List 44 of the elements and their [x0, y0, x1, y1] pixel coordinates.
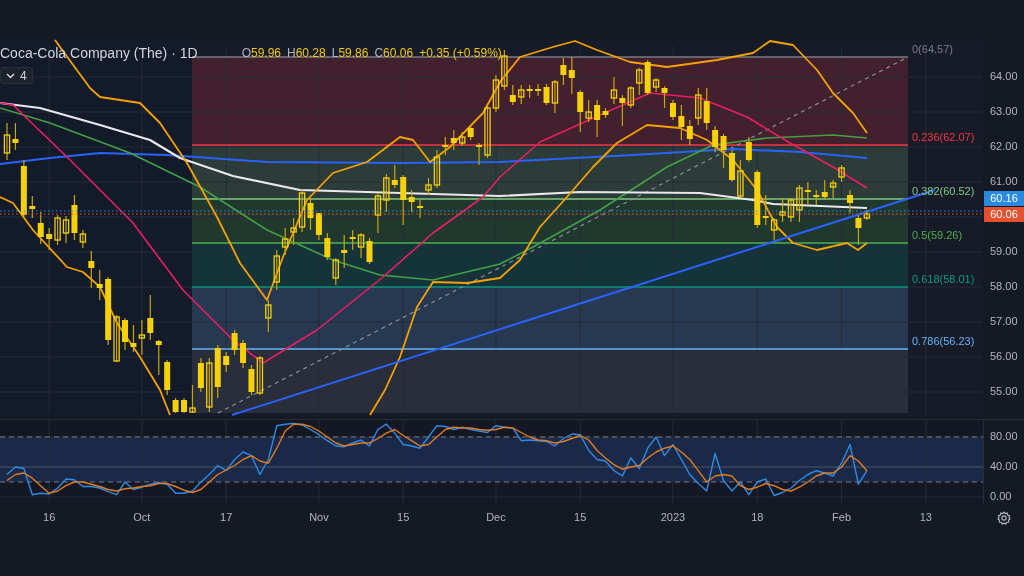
price-axis-label: 61.00	[990, 174, 1018, 187]
price-axis-label: 55.00	[990, 384, 1018, 397]
ohlc-value: 60.06	[383, 46, 414, 60]
date-axis-label: Dec	[486, 510, 506, 523]
price-axis-label: 59.00	[990, 244, 1018, 257]
price-axis-label: 57.00	[990, 314, 1018, 327]
date-axis-label: Oct	[133, 510, 151, 523]
price-axis-label: 64.00	[990, 69, 1018, 82]
ohlc-value: 59.86	[338, 46, 369, 60]
date-axis-label: Nov	[309, 510, 329, 523]
last-price-tag: 60.16	[984, 191, 1024, 206]
chart-title: Coca-Cola Company (The) · 1D	[0, 45, 198, 61]
fib-level-label: 0.236(62.07)	[912, 130, 975, 143]
date-axis-label: Feb	[832, 510, 852, 523]
oscillator-axis-label: 40.00	[990, 459, 1018, 472]
ohlc-label: L	[331, 46, 339, 60]
date-axis-label: 16	[43, 510, 56, 523]
price-axis-label: 56.00	[990, 349, 1018, 362]
date-axis-label: 18	[751, 510, 764, 523]
date-axis-label: 15	[397, 510, 410, 523]
price-axis-label: 63.00	[990, 104, 1018, 117]
price-change: +0.35 (+0.59%)	[419, 46, 502, 60]
ohlc-value: 60.28	[295, 46, 326, 60]
oscillator-axis-label: 0.00	[990, 489, 1012, 502]
ohlc-label: C	[374, 46, 384, 60]
ohlc-label: H	[287, 46, 296, 60]
oscillator-axis-label: 80.00	[990, 429, 1018, 442]
date-axis-label: 15	[574, 510, 587, 523]
date-axis-label: 17	[220, 510, 233, 523]
last-price-tag: 60.06	[984, 207, 1024, 222]
price-axis-label: 62.00	[990, 139, 1018, 152]
settings-icon[interactable]	[996, 510, 1011, 525]
ohlc-label: O	[241, 46, 251, 60]
fib-level-label: 0.786(56.23)	[912, 334, 975, 347]
chevron-down-icon	[6, 72, 15, 79]
price-axis-label: 58.00	[990, 279, 1018, 292]
fib-level-label: 0.382(60.52)	[912, 184, 975, 197]
date-axis-label: 13	[919, 510, 932, 523]
fib-level-label: 0.5(59.26)	[912, 228, 963, 241]
fib-level-label: 0.618(58.01)	[912, 272, 975, 285]
date-axis-label: 2023	[660, 510, 686, 523]
fib-level-label: 0(64.57)	[912, 42, 953, 55]
ohlc-value: 59.96	[250, 46, 281, 60]
indicators-toggle-button[interactable]: 4	[0, 67, 33, 84]
